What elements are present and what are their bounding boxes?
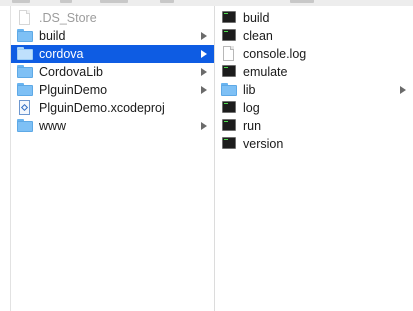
disclosure-arrow-icon[interactable] — [399, 85, 407, 95]
parent-column-item-label: cordova — [39, 47, 84, 61]
toolbar-fragment — [12, 0, 30, 3]
contents-column-item-label: console.log — [243, 47, 307, 61]
contents-column-item-label: build — [243, 11, 270, 25]
folder-icon — [221, 83, 237, 97]
folder-icon — [17, 119, 33, 133]
disclosure-arrow-icon[interactable] — [200, 121, 208, 131]
disclosure-arrow-icon[interactable] — [200, 31, 208, 41]
parent-column-item[interactable]: .DS_Store — [11, 9, 214, 27]
parent-column-item[interactable]: www — [11, 117, 214, 135]
contents-column-item-label: emulate — [243, 65, 288, 79]
terminal-executable-icon — [221, 119, 237, 133]
contents-column-item-label: version — [243, 137, 284, 151]
toolbar-fragment — [100, 0, 128, 3]
contents-column-item-label: log — [243, 101, 260, 115]
parent-column-item[interactable]: PlguinDemo.xcodeproj — [11, 99, 214, 117]
contents-column-item[interactable]: version — [215, 135, 413, 153]
parent-column-item[interactable]: cordova — [11, 45, 214, 63]
terminal-executable-icon — [221, 11, 237, 25]
terminal-executable-icon — [221, 29, 237, 43]
previous-column-edge — [0, 6, 11, 311]
terminal-executable-icon — [221, 137, 237, 151]
disclosure-arrow-icon[interactable] — [200, 49, 208, 59]
parent-column-item-label: PlguinDemo.xcodeproj — [39, 101, 165, 115]
parent-column-item[interactable]: PlguinDemo — [11, 81, 214, 99]
folder-icon — [17, 47, 33, 61]
toolbar-fragment — [60, 0, 72, 3]
parent-column-item-label: build — [39, 29, 66, 43]
contents-column-item[interactable]: log — [215, 99, 413, 117]
toolbar-fragment — [160, 0, 174, 3]
contents-column-item-label: lib — [243, 83, 256, 97]
disclosure-arrow-icon[interactable] — [200, 67, 208, 77]
disclosure-arrow-icon[interactable] — [200, 85, 208, 95]
folder-icon — [17, 29, 33, 43]
parent-column-item-label: www — [39, 119, 67, 133]
browser-column-parent[interactable]: .DS_Storebuild cordova CordovaLib PlguinDem… — [11, 6, 215, 311]
contents-column-item-label: run — [243, 119, 262, 133]
contents-column-item[interactable]: run — [215, 117, 413, 135]
folder-icon — [17, 65, 33, 79]
toolbar-fragment — [290, 0, 314, 3]
contents-column-item[interactable]: build — [215, 9, 413, 27]
contents-column-item[interactable]: clean — [215, 27, 413, 45]
parent-column-item[interactable]: CordovaLib — [11, 63, 214, 81]
document-icon — [221, 46, 237, 61]
document-icon — [17, 10, 33, 25]
contents-column-item-label: clean — [243, 29, 273, 43]
parent-column-item[interactable]: build — [11, 27, 214, 45]
contents-column-item[interactable]: lib — [215, 81, 413, 99]
parent-column-item-label: PlguinDemo — [39, 83, 108, 97]
terminal-executable-icon — [221, 101, 237, 115]
terminal-executable-icon — [221, 65, 237, 79]
parent-column-item-label: CordovaLib — [39, 65, 103, 79]
parent-column-item-label: .DS_Store — [39, 11, 97, 25]
xcodeproj-icon — [17, 100, 33, 115]
contents-column-item[interactable]: console.log — [215, 45, 413, 63]
contents-column-item[interactable]: emulate — [215, 63, 413, 81]
folder-icon — [17, 83, 33, 97]
browser-column-contents[interactable]: build clean console.log emulate lib log run ver… — [215, 6, 413, 311]
